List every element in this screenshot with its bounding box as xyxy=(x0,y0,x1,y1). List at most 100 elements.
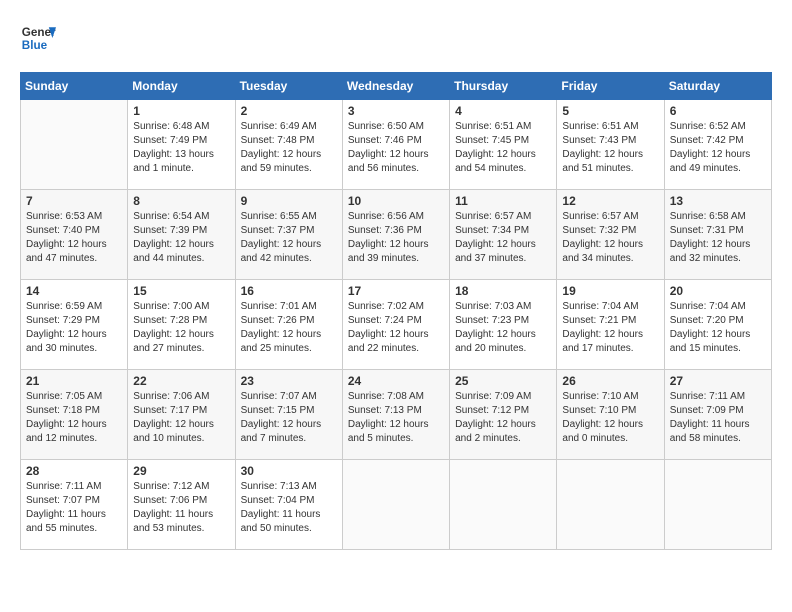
header-day: Thursday xyxy=(450,73,557,100)
svg-text:Blue: Blue xyxy=(22,39,48,52)
calendar-day xyxy=(664,460,771,550)
day-info: Sunrise: 6:57 AMSunset: 7:34 PMDaylight:… xyxy=(455,210,551,266)
day-number: 21 xyxy=(26,374,122,388)
day-info: Sunrise: 6:48 AMSunset: 7:49 PMDaylight:… xyxy=(133,120,229,176)
calendar-day: 11 Sunrise: 6:57 AMSunset: 7:34 PMDayligh… xyxy=(450,190,557,280)
calendar-day: 29 Sunrise: 7:12 AMSunset: 7:06 PMDayligh… xyxy=(128,460,235,550)
day-number: 4 xyxy=(455,104,551,118)
day-info: Sunrise: 7:06 AMSunset: 7:17 PMDaylight:… xyxy=(133,390,229,446)
day-info: Sunrise: 7:07 AMSunset: 7:15 PMDaylight:… xyxy=(241,390,337,446)
day-number: 11 xyxy=(455,194,551,208)
day-number: 8 xyxy=(133,194,229,208)
day-info: Sunrise: 7:11 AMSunset: 7:09 PMDaylight:… xyxy=(670,390,766,446)
day-number: 3 xyxy=(348,104,444,118)
calendar-day: 14 Sunrise: 6:59 AMSunset: 7:29 PMDayligh… xyxy=(21,280,128,370)
day-info: Sunrise: 7:04 AMSunset: 7:21 PMDaylight:… xyxy=(562,300,658,356)
day-number: 12 xyxy=(562,194,658,208)
day-number: 1 xyxy=(133,104,229,118)
calendar-week: 14 Sunrise: 6:59 AMSunset: 7:29 PMDayligh… xyxy=(21,280,772,370)
day-number: 28 xyxy=(26,464,122,478)
day-number: 5 xyxy=(562,104,658,118)
day-info: Sunrise: 7:09 AMSunset: 7:12 PMDaylight:… xyxy=(455,390,551,446)
calendar-header: SundayMondayTuesdayWednesdayThursdayFrid… xyxy=(21,73,772,100)
day-number: 20 xyxy=(670,284,766,298)
day-number: 27 xyxy=(670,374,766,388)
page-header: General Blue xyxy=(20,20,772,56)
day-info: Sunrise: 7:01 AMSunset: 7:26 PMDaylight:… xyxy=(241,300,337,356)
calendar-day: 12 Sunrise: 6:57 AMSunset: 7:32 PMDayligh… xyxy=(557,190,664,280)
day-info: Sunrise: 7:00 AMSunset: 7:28 PMDaylight:… xyxy=(133,300,229,356)
calendar-day: 19Sunrise: 7:04 AMSunset: 7:21 PMDayligh… xyxy=(557,280,664,370)
day-info: Sunrise: 6:50 AMSunset: 7:46 PMDaylight:… xyxy=(348,120,444,176)
day-info: Sunrise: 7:02 AMSunset: 7:24 PMDaylight:… xyxy=(348,300,444,356)
calendar-day xyxy=(342,460,449,550)
header-day: Tuesday xyxy=(235,73,342,100)
day-number: 15 xyxy=(133,284,229,298)
day-number: 17 xyxy=(348,284,444,298)
calendar-day: 8 Sunrise: 6:54 AMSunset: 7:39 PMDaylight… xyxy=(128,190,235,280)
day-number: 2 xyxy=(241,104,337,118)
calendar-day: 22 Sunrise: 7:06 AMSunset: 7:17 PMDayligh… xyxy=(128,370,235,460)
calendar-day xyxy=(21,100,128,190)
calendar-day: 21 Sunrise: 7:05 AMSunset: 7:18 PMDayligh… xyxy=(21,370,128,460)
calendar-day: 5Sunrise: 6:51 AMSunset: 7:43 PMDaylight… xyxy=(557,100,664,190)
calendar-day: 30 Sunrise: 7:13 AMSunset: 7:04 PMDayligh… xyxy=(235,460,342,550)
calendar-day: 13Sunrise: 6:58 AMSunset: 7:31 PMDayligh… xyxy=(664,190,771,280)
day-number: 22 xyxy=(133,374,229,388)
day-number: 9 xyxy=(241,194,337,208)
day-number: 6 xyxy=(670,104,766,118)
day-info: Sunrise: 6:57 AMSunset: 7:32 PMDaylight:… xyxy=(562,210,658,266)
day-info: Sunrise: 7:05 AMSunset: 7:18 PMDaylight:… xyxy=(26,390,122,446)
logo: General Blue xyxy=(20,20,56,56)
header-day: Friday xyxy=(557,73,664,100)
calendar-day: 17 Sunrise: 7:02 AMSunset: 7:24 PMDayligh… xyxy=(342,280,449,370)
header-day: Wednesday xyxy=(342,73,449,100)
day-info: Sunrise: 7:04 AMSunset: 7:20 PMDaylight:… xyxy=(670,300,766,356)
header-row: SundayMondayTuesdayWednesdayThursdayFrid… xyxy=(21,73,772,100)
calendar-day: 10Sunrise: 6:56 AMSunset: 7:36 PMDayligh… xyxy=(342,190,449,280)
day-number: 26 xyxy=(562,374,658,388)
calendar-day: 3 Sunrise: 6:50 AMSunset: 7:46 PMDaylight… xyxy=(342,100,449,190)
calendar-day: 16 Sunrise: 7:01 AMSunset: 7:26 PMDayligh… xyxy=(235,280,342,370)
calendar-day: 6 Sunrise: 6:52 AMSunset: 7:42 PMDaylight… xyxy=(664,100,771,190)
day-number: 18 xyxy=(455,284,551,298)
calendar-day: 2 Sunrise: 6:49 AMSunset: 7:48 PMDaylight… xyxy=(235,100,342,190)
calendar-day: 23 Sunrise: 7:07 AMSunset: 7:15 PMDayligh… xyxy=(235,370,342,460)
calendar-week: 21 Sunrise: 7:05 AMSunset: 7:18 PMDayligh… xyxy=(21,370,772,460)
calendar-day xyxy=(450,460,557,550)
logo-icon: General Blue xyxy=(20,20,56,56)
day-number: 16 xyxy=(241,284,337,298)
day-number: 30 xyxy=(241,464,337,478)
day-number: 14 xyxy=(26,284,122,298)
header-day: Monday xyxy=(128,73,235,100)
day-number: 24 xyxy=(348,374,444,388)
day-info: Sunrise: 6:52 AMSunset: 7:42 PMDaylight:… xyxy=(670,120,766,176)
day-info: Sunrise: 6:49 AMSunset: 7:48 PMDaylight:… xyxy=(241,120,337,176)
calendar-week: 1 Sunrise: 6:48 AMSunset: 7:49 PMDaylight… xyxy=(21,100,772,190)
day-info: Sunrise: 7:12 AMSunset: 7:06 PMDaylight:… xyxy=(133,480,229,536)
calendar-day: 1 Sunrise: 6:48 AMSunset: 7:49 PMDaylight… xyxy=(128,100,235,190)
calendar-day: 15 Sunrise: 7:00 AMSunset: 7:28 PMDayligh… xyxy=(128,280,235,370)
calendar-week: 7 Sunrise: 6:53 AMSunset: 7:40 PMDaylight… xyxy=(21,190,772,280)
day-info: Sunrise: 6:51 AMSunset: 7:45 PMDaylight:… xyxy=(455,120,551,176)
day-info: Sunrise: 7:13 AMSunset: 7:04 PMDaylight:… xyxy=(241,480,337,536)
day-number: 10 xyxy=(348,194,444,208)
calendar-day xyxy=(557,460,664,550)
day-info: Sunrise: 7:08 AMSunset: 7:13 PMDaylight:… xyxy=(348,390,444,446)
day-number: 23 xyxy=(241,374,337,388)
calendar-day: 25Sunrise: 7:09 AMSunset: 7:12 PMDayligh… xyxy=(450,370,557,460)
calendar-body: 1 Sunrise: 6:48 AMSunset: 7:49 PMDaylight… xyxy=(21,100,772,550)
day-number: 7 xyxy=(26,194,122,208)
day-info: Sunrise: 6:59 AMSunset: 7:29 PMDaylight:… xyxy=(26,300,122,356)
day-info: Sunrise: 6:54 AMSunset: 7:39 PMDaylight:… xyxy=(133,210,229,266)
calendar-week: 28Sunrise: 7:11 AMSunset: 7:07 PMDayligh… xyxy=(21,460,772,550)
day-number: 29 xyxy=(133,464,229,478)
calendar-day: 24 Sunrise: 7:08 AMSunset: 7:13 PMDayligh… xyxy=(342,370,449,460)
day-info: Sunrise: 6:53 AMSunset: 7:40 PMDaylight:… xyxy=(26,210,122,266)
calendar-day: 27 Sunrise: 7:11 AMSunset: 7:09 PMDayligh… xyxy=(664,370,771,460)
calendar-table: SundayMondayTuesdayWednesdayThursdayFrid… xyxy=(20,72,772,550)
day-info: Sunrise: 7:10 AMSunset: 7:10 PMDaylight:… xyxy=(562,390,658,446)
calendar-day: 9Sunrise: 6:55 AMSunset: 7:37 PMDaylight… xyxy=(235,190,342,280)
header-day: Saturday xyxy=(664,73,771,100)
calendar-day: 4 Sunrise: 6:51 AMSunset: 7:45 PMDaylight… xyxy=(450,100,557,190)
